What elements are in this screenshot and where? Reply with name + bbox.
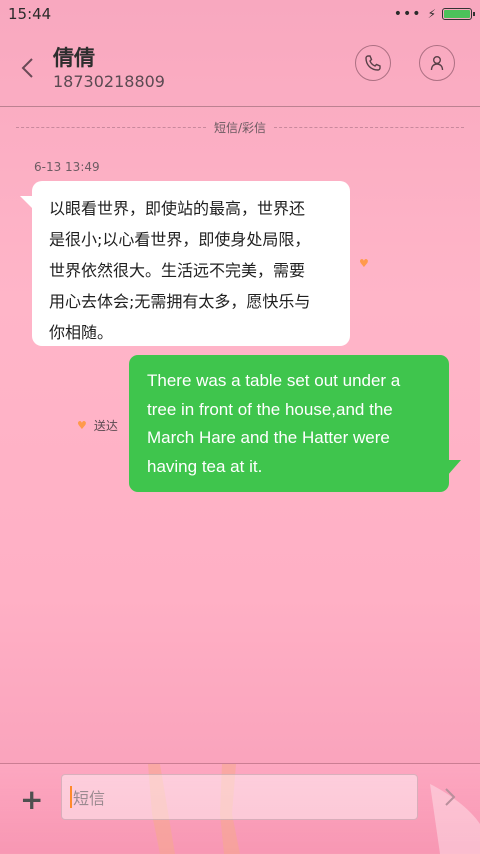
outgoing-message-bubble[interactable]: There was a table set out under a tree i… xyxy=(129,355,449,492)
composer-bar: + 短信 xyxy=(0,763,480,854)
delivery-status-label: 送达 xyxy=(93,419,118,433)
incoming-line: 用心去体会;无需拥有太多，愿快乐与 xyxy=(49,292,311,311)
incoming-message-bubble[interactable]: 以眼看世界，即使站的最高，世界还 是很小;以心看世界，即使身处局限， 世界依然很… xyxy=(32,181,350,346)
delivery-status: ♥ 送达 xyxy=(77,417,118,434)
status-time: 15:44 xyxy=(8,5,52,23)
text-cursor xyxy=(70,786,72,808)
incoming-line: 世界依然很大。生活远不完美，需要 xyxy=(49,261,306,280)
divider-line-right xyxy=(274,126,465,128)
message-input[interactable]: 短信 xyxy=(61,774,418,820)
incoming-line: 是很小;以心看世界，即使身处局限， xyxy=(49,230,311,249)
outgoing-line: tree in front of the house,and the xyxy=(147,399,393,419)
outgoing-bubble-tail xyxy=(447,460,461,476)
heart-icon: ♥ xyxy=(359,257,369,270)
battery-icon xyxy=(442,8,475,20)
phone-number: 18730218809 xyxy=(53,72,165,91)
heart-icon: ♥ xyxy=(77,419,87,432)
contact-name: 倩倩 xyxy=(53,46,95,70)
channel-divider: 短信/彩信 xyxy=(16,118,465,136)
status-icons: ••• ⚡ xyxy=(393,6,475,22)
message-timestamp: 6-13 13:49 xyxy=(34,160,100,174)
outgoing-line: There was a table set out under a xyxy=(147,371,401,390)
incoming-line: 你相随。 xyxy=(49,323,114,342)
battery-fill xyxy=(444,10,470,18)
contact-details-button[interactable] xyxy=(419,45,455,81)
chevron-right-icon[interactable] xyxy=(441,786,459,808)
phone-icon xyxy=(365,55,381,71)
plus-icon[interactable]: + xyxy=(20,786,43,814)
person-icon xyxy=(430,56,444,71)
channel-label: 短信/彩信 xyxy=(213,120,267,135)
notification-dots-icon: ••• xyxy=(393,6,422,22)
outgoing-line: having tea at it. xyxy=(147,456,263,476)
divider-line-left xyxy=(16,126,206,128)
incoming-line: 以眼看世界，即使站的最高，世界还 xyxy=(49,199,306,218)
status-bar: 15:44 ••• ⚡ xyxy=(0,0,480,28)
charging-icon: ⚡ xyxy=(427,7,436,21)
conversation-header: 倩倩 18730218809 xyxy=(0,28,480,107)
chevron-left-icon[interactable] xyxy=(18,56,38,80)
outgoing-line: March Hare and the Hatter were xyxy=(147,428,390,447)
call-button[interactable] xyxy=(355,45,391,81)
message-input-placeholder: 短信 xyxy=(73,789,106,808)
